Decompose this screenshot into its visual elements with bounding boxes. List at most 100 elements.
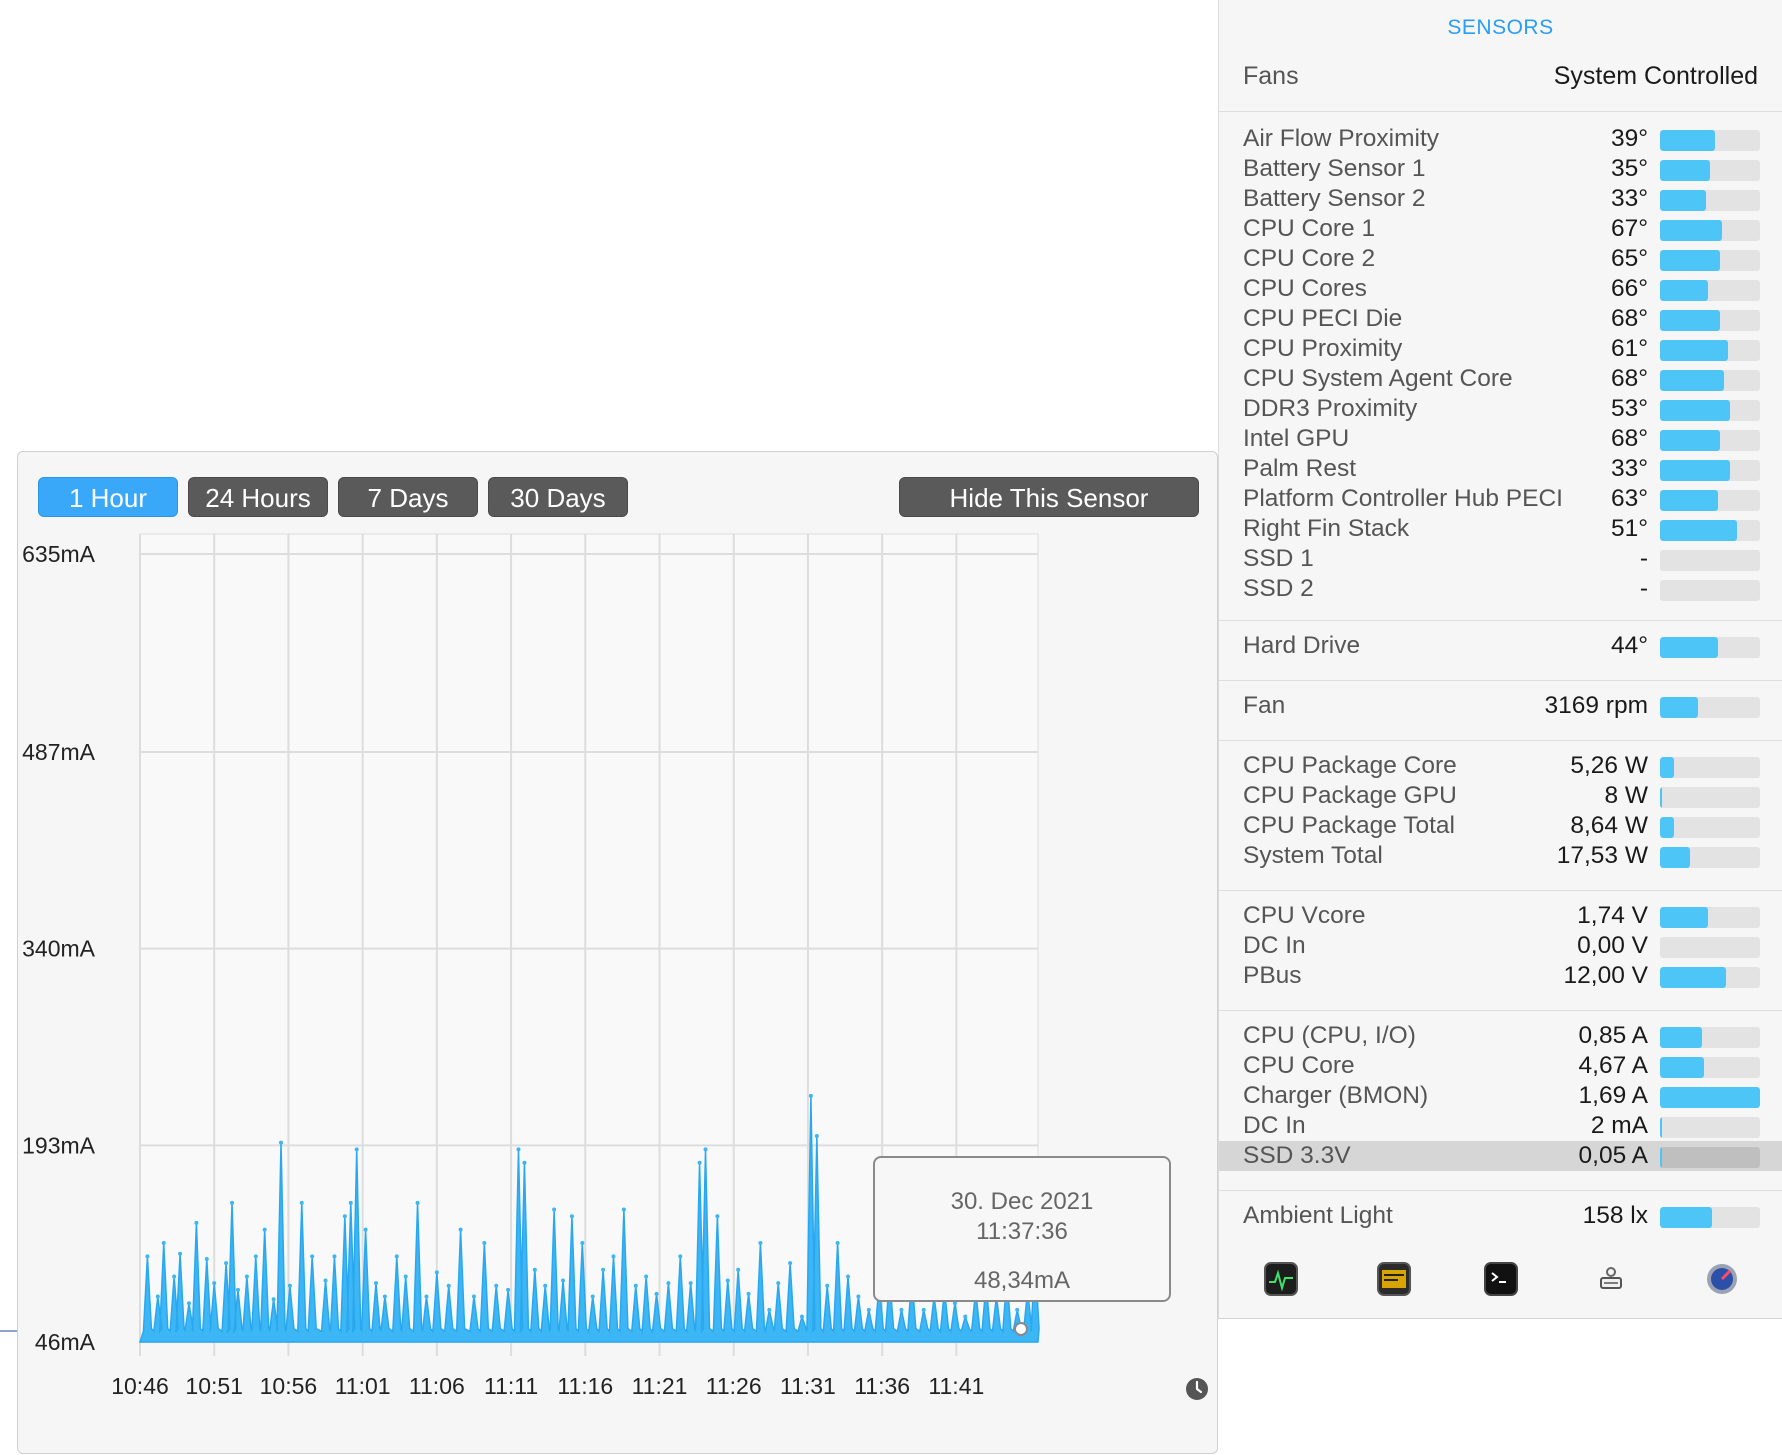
sensor-level-bar	[1660, 1057, 1760, 1078]
console-icon[interactable]	[1377, 1262, 1411, 1296]
x-tick-label: 11:01	[335, 1373, 391, 1399]
sensor-level-fill	[1660, 1147, 1662, 1168]
sensor-row[interactable]: CPU Package GPU 8 W	[1219, 781, 1782, 811]
data-point	[767, 1307, 772, 1312]
data-point	[963, 1314, 968, 1319]
fans-label: Fans	[1243, 62, 1299, 90]
data-point	[921, 1307, 926, 1312]
sensor-label: DDR3 Proximity	[1243, 395, 1418, 422]
sensor-row[interactable]: Fan 3169 rpm	[1219, 691, 1782, 721]
sensor-row[interactable]: CPU Package Total 8,64 W	[1219, 811, 1782, 841]
sensor-row[interactable]: Ambient Light 158 lx	[1219, 1201, 1782, 1231]
sensor-row[interactable]: CPU PECI Die 68°	[1219, 304, 1782, 334]
sensor-row[interactable]: Right Fin Stack 51°	[1219, 514, 1782, 544]
data-point	[808, 1093, 813, 1098]
current-history-chart[interactable]: 635mA 487mA 340mA 193mA 46mA 10:46 10:51 10:56…	[18, 452, 1219, 1455]
data-point	[342, 1214, 347, 1219]
sensor-value: -	[1639, 575, 1648, 602]
sensor-value: 68°	[1610, 425, 1648, 452]
terminal-icon[interactable]	[1484, 1262, 1518, 1296]
sensor-row[interactable]: Hard Drive 44°	[1219, 631, 1782, 661]
sensor-level-bar	[1660, 967, 1760, 988]
sensor-row[interactable]: DC In 0,00 V	[1219, 931, 1782, 961]
sensor-row[interactable]: PBus 12,00 V	[1219, 961, 1782, 991]
sensor-level-bar	[1660, 1087, 1760, 1108]
sensor-level-fill	[1660, 907, 1708, 928]
sensor-value: 8,64 W	[1570, 812, 1648, 839]
clock-icon[interactable]	[1185, 1377, 1209, 1401]
sensor-label: Fan	[1243, 692, 1286, 719]
sensor-row[interactable]: System Total 17,53 W	[1219, 841, 1782, 871]
sensor-row[interactable]: CPU Package Core 5,26 W	[1219, 751, 1782, 781]
sensor-level-bar	[1660, 1207, 1760, 1228]
x-axis: 10:46 10:51 10:56 11:01 11:06 11:11 11:16 11:21…	[111, 1373, 984, 1399]
sensor-row[interactable]: CPU Core 1 67°	[1219, 214, 1782, 244]
data-point	[758, 1240, 763, 1245]
sensor-label: CPU Package Total	[1243, 812, 1455, 839]
data-point	[715, 1214, 720, 1219]
background-window-edge	[0, 1330, 17, 1332]
sensor-row[interactable]: Platform Controller Hub PECI 63°	[1219, 484, 1782, 514]
sensor-level-fill	[1660, 1027, 1702, 1048]
sensor-level-fill	[1660, 637, 1718, 658]
data-point	[654, 1291, 659, 1296]
divider	[1219, 1190, 1782, 1191]
sensor-row[interactable]: CPU (CPU, I/O) 0,85 A	[1219, 1021, 1782, 1051]
data-point	[172, 1274, 177, 1279]
fans-mode-row[interactable]: Fans System Controlled	[1243, 62, 1758, 92]
data-point	[633, 1283, 638, 1288]
divider	[1219, 740, 1782, 741]
data-point	[1015, 1307, 1020, 1312]
sensor-value: 53°	[1610, 395, 1648, 422]
sensor-value: 44°	[1610, 632, 1648, 659]
x-tick-label: 11:41	[928, 1373, 984, 1399]
sensor-row[interactable]: Intel GPU 68°	[1219, 424, 1782, 454]
data-point	[621, 1207, 626, 1212]
y-tick-label: 487mA	[22, 739, 96, 765]
data-point	[736, 1267, 741, 1272]
data-point	[569, 1214, 574, 1219]
sensor-row[interactable]: SSD 3.3V 0,05 A	[1219, 1141, 1782, 1171]
sensor-row[interactable]: SSD 1 -	[1219, 544, 1782, 574]
sensor-row[interactable]: Charger (BMON) 1,69 A	[1219, 1081, 1782, 1111]
sensor-level-bar	[1660, 340, 1760, 361]
sensor-row[interactable]: Palm Rest 33°	[1219, 454, 1782, 484]
sensor-label: DC In	[1243, 932, 1306, 959]
sensor-row[interactable]: CPU Proximity 61°	[1219, 334, 1782, 364]
sensor-row[interactable]: CPU Core 4,67 A	[1219, 1051, 1782, 1081]
sensor-row[interactable]: CPU Core 2 65°	[1219, 244, 1782, 274]
activity-monitor-icon[interactable]	[1264, 1262, 1298, 1296]
tooltip-value: 48,34mA	[973, 1267, 1071, 1294]
system-information-icon[interactable]	[1594, 1262, 1628, 1296]
sensor-level-bar	[1660, 550, 1760, 571]
data-point	[522, 1160, 527, 1165]
sensor-level-bar	[1660, 310, 1760, 331]
sensor-level-fill	[1660, 1117, 1662, 1138]
chart-tooltip: 30. Dec 2021 11:37:36 48,34mA	[873, 1156, 1171, 1302]
sensor-row[interactable]: Battery Sensor 2 33°	[1219, 184, 1782, 214]
sensor-value: 5,26 W	[1570, 752, 1648, 779]
sensor-row[interactable]: DDR3 Proximity 53°	[1219, 394, 1782, 424]
sensor-row[interactable]: SSD 2 -	[1219, 574, 1782, 604]
divider	[1219, 680, 1782, 681]
sensor-row[interactable]: Battery Sensor 1 35°	[1219, 154, 1782, 184]
sensor-label: DC In	[1243, 1112, 1306, 1139]
data-point	[697, 1160, 702, 1165]
sensor-row[interactable]: Air Flow Proximity 39°	[1219, 124, 1782, 154]
disk-utility-icon[interactable]	[1705, 1262, 1739, 1296]
x-tick-label: 11:11	[484, 1373, 538, 1399]
sensor-row[interactable]: CPU Cores 66°	[1219, 274, 1782, 304]
sensor-value: 35°	[1610, 155, 1648, 182]
sensor-row[interactable]: CPU Vcore 1,74 V	[1219, 901, 1782, 931]
sensor-row[interactable]: DC In 2 mA	[1219, 1111, 1782, 1141]
data-point	[866, 1307, 871, 1312]
hover-point-marker	[1014, 1322, 1028, 1336]
sensor-value: 3169 rpm	[1544, 692, 1648, 719]
sensor-row[interactable]: CPU System Agent Core 68°	[1219, 364, 1782, 394]
sensor-label: CPU Vcore	[1243, 902, 1366, 929]
divider	[1219, 620, 1782, 621]
sensor-label: Platform Controller Hub PECI	[1243, 485, 1563, 512]
sensor-level-fill	[1660, 400, 1730, 421]
sensor-level-bar	[1660, 1147, 1760, 1168]
sensor-level-fill	[1660, 370, 1724, 391]
